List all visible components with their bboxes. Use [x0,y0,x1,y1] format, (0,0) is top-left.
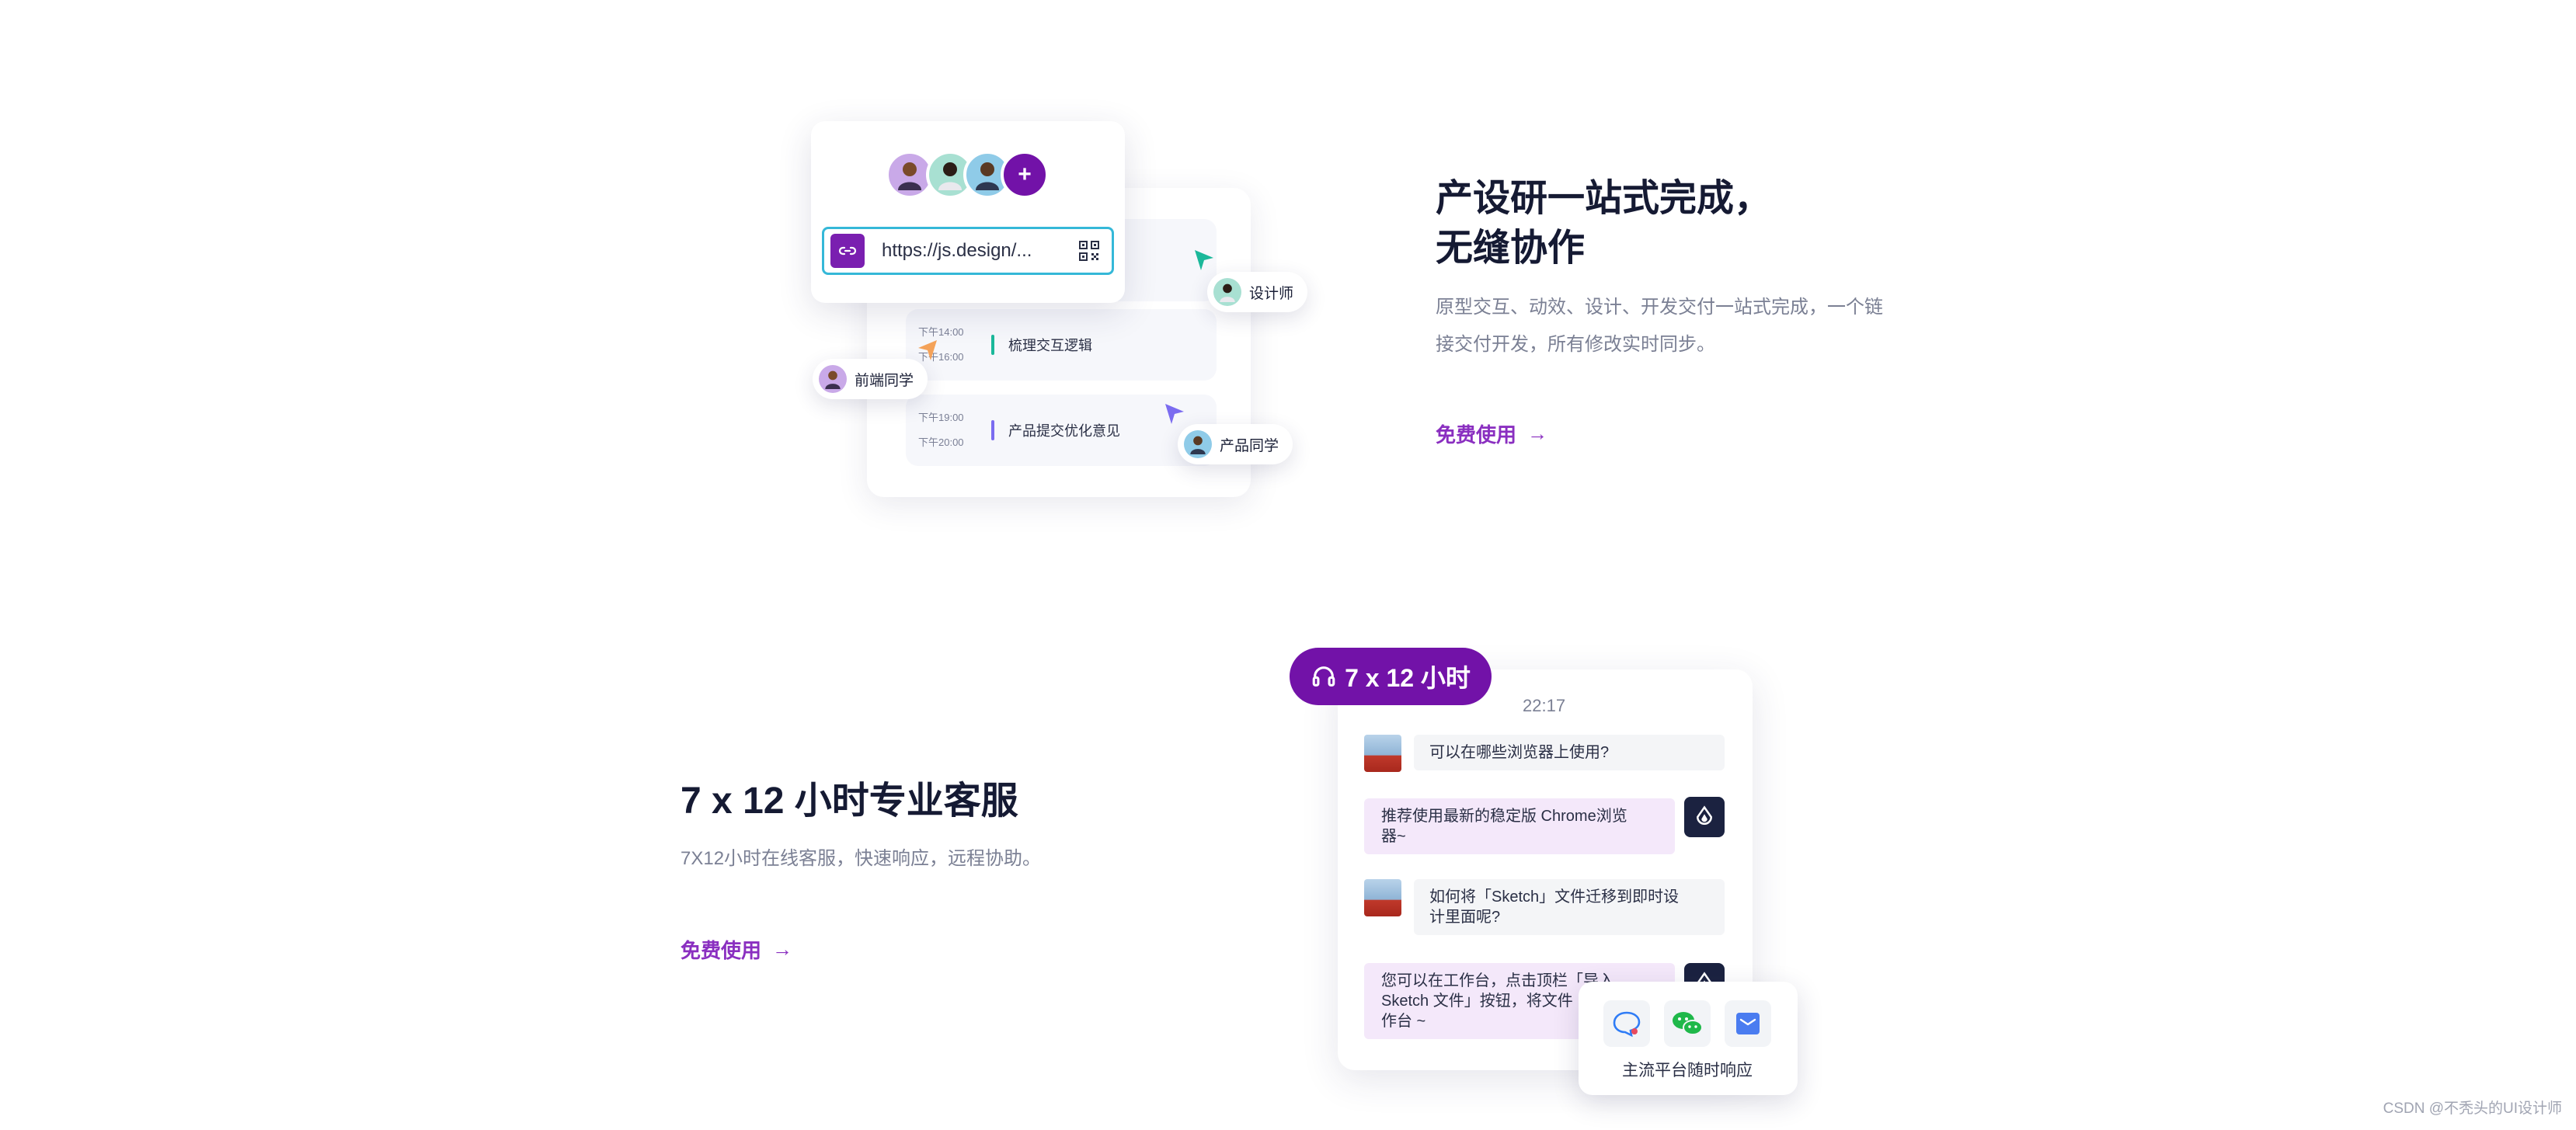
person-icon [976,162,999,190]
service-hours-label: 7 x 12 小时 [1345,664,1471,692]
section1-heading: 产设研一站式完成， 无缝协作 [1436,174,1771,273]
user-message-line: 计里面呢? [1429,909,1501,926]
person-icon [938,162,962,190]
arrow-right-icon: → [1527,422,1548,445]
role-badge-designer: 设计师 [1207,272,1308,312]
role-label: 设计师 [1249,285,1294,302]
add-member-button[interactable]: + [1001,151,1049,199]
cursor-icon [918,340,937,360]
cursor-icon [1195,250,1213,270]
avatar [1213,278,1241,306]
person-icon [898,162,921,190]
mail-icon [1736,1013,1760,1034]
task-label: 梳理交互逻辑 [1008,338,1092,353]
service-hours-badge: 7 x 12 小时 [1290,648,1492,705]
section2-description: 7X12小时在线客服，快速响应，远程协助。 [681,848,1042,869]
user-message: 如何将「Sketch」文件迁移到即时设 计里面呢? [1414,879,1725,935]
section1-free-trial-link[interactable]: 免费使用 → [1436,419,1547,448]
chat-bubble-icon [1613,1011,1641,1038]
user-avatar [1364,735,1401,772]
qr-code-icon[interactable] [1079,241,1099,261]
task-color-bar [991,335,994,355]
chat-timestamp: 22:17 [1523,696,1566,715]
role-label: 产品同学 [1220,437,1279,454]
section1-description: 原型交互、动效、设计、开发交付一站式完成，一个链 接交付开发，所有修改实时同步。 [1436,289,1883,363]
bot-message-line: 器~ [1381,828,1406,845]
task-start-time: 下午19:00 [918,412,964,423]
add-icon: + [1018,162,1032,187]
task-label: 产品提交优化意见 [1008,423,1120,439]
avatar [819,365,847,393]
share-card [811,121,1125,303]
cta-label: 免费使用 [681,939,762,962]
task-color-bar [991,420,994,440]
flame-logo-icon [1696,805,1713,825]
section1-title-line2: 无缝协作 [1436,228,1586,269]
section1-description-line2: 接交付开发，所有修改实时同步。 [1436,334,1715,355]
link-icon [830,234,865,268]
platform-dingtalk[interactable] [1603,1000,1650,1047]
section1-description-line1: 原型交互、动效、设计、开发交付一站式完成，一个链 [1436,297,1883,318]
cta-label: 免费使用 [1436,423,1517,447]
role-label: 前端同学 [855,372,914,389]
bot-message-line: 推荐使用最新的稳定版 Chrome浏览 [1381,808,1627,825]
bot-avatar [1684,797,1725,837]
task-row: 下午14:00 下午16:00 梳理交互逻辑 [906,309,1217,381]
section2-title: 7 x 12 小时专业客服 [681,781,1018,822]
platform-wechat[interactable] [1664,1000,1711,1047]
share-link-field[interactable]: https://js.design/... [822,227,1114,275]
role-badge-frontend: 前端同学 [813,359,928,399]
bot-message: 推荐使用最新的稳定版 Chrome浏览 器~ [1364,798,1675,854]
arrow-right-icon: → [772,937,793,961]
cursor-icon [1165,404,1184,424]
task-end-time: 下午20:00 [918,436,964,448]
headset-icon [1312,666,1335,687]
user-message: 可以在哪些浏览器上使用? [1414,735,1725,770]
wechat-icon [1673,1012,1703,1035]
user-avatar [1364,879,1401,916]
platforms-label: 主流平台随时响应 [1622,1062,1753,1080]
platform-email[interactable] [1725,1000,1771,1047]
user-message-line: 如何将「Sketch」文件迁移到即时设 [1429,888,1680,906]
watermark: CSDN @不秃头的UI设计师 [2383,1100,2562,1117]
role-badge-product: 产品同学 [1178,424,1293,464]
avatar [1184,430,1212,458]
share-link-url: https://js.design/... [882,240,1032,261]
section1-title-line1: 产设研一站式完成， [1436,178,1772,219]
section2-free-trial-link[interactable]: 免费使用 → [681,935,792,964]
